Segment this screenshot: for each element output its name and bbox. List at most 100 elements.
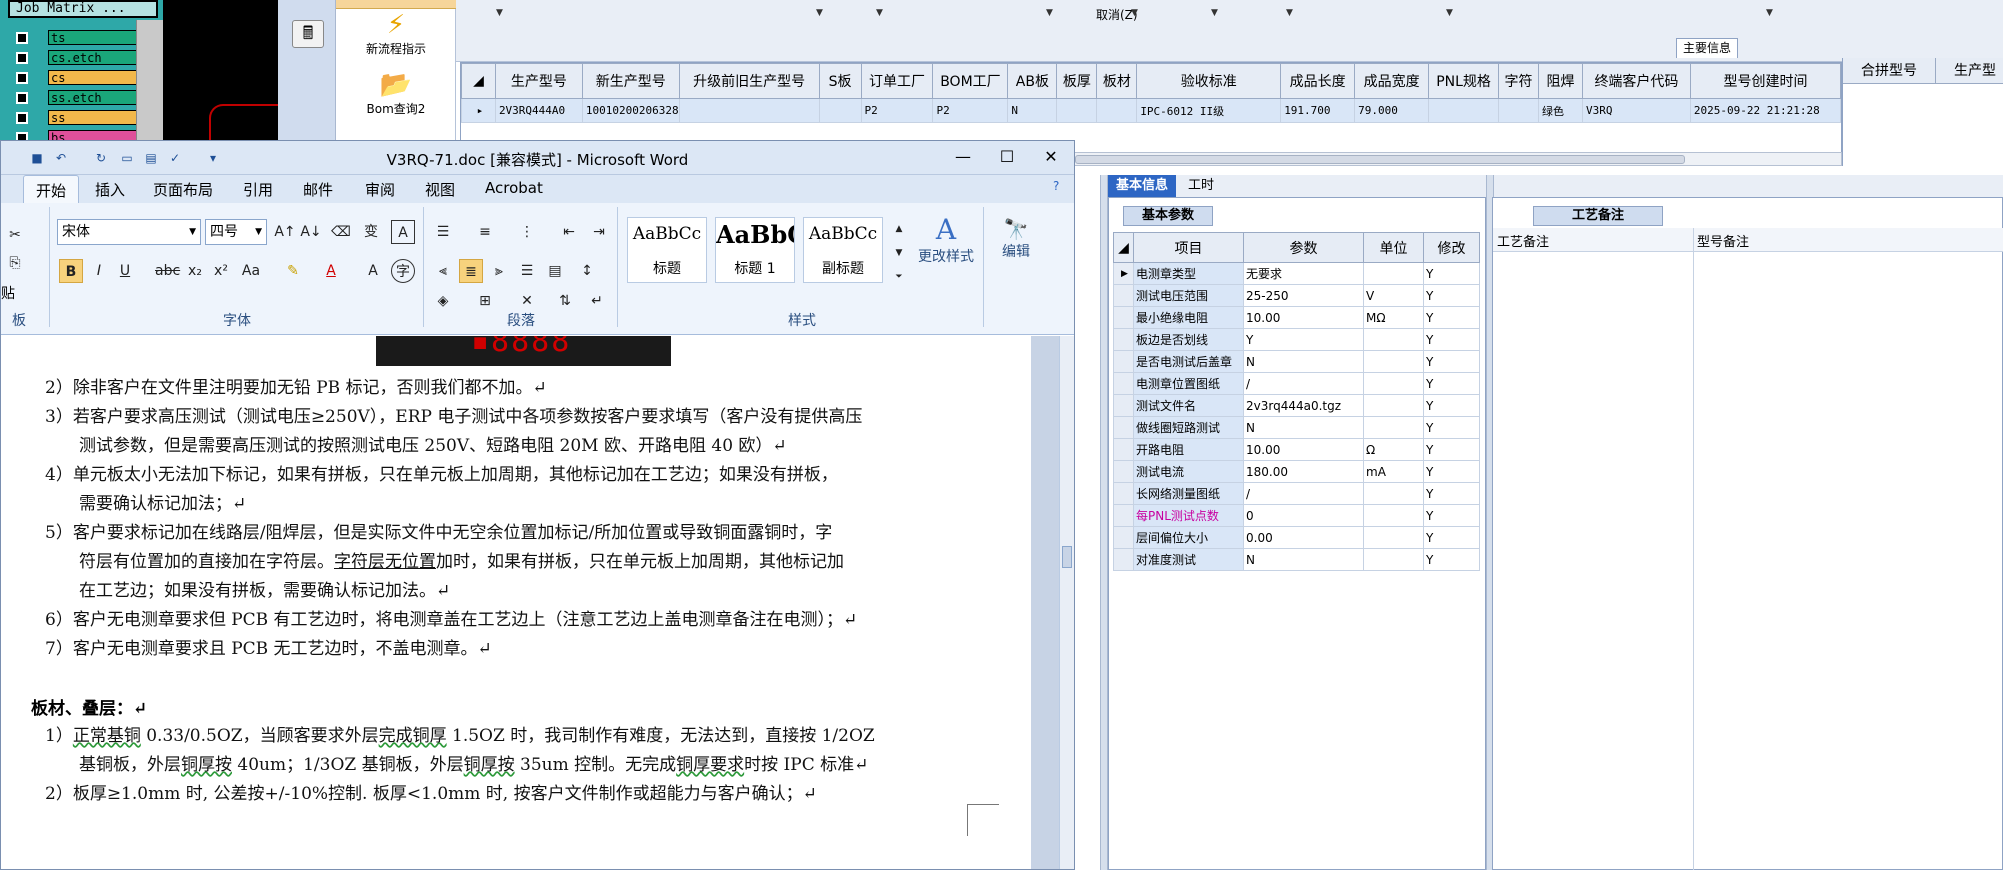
- param-value[interactable]: N: [1243, 548, 1364, 571]
- document-vertical-scrollbar[interactable]: [1059, 336, 1074, 869]
- doc-paragraph[interactable]: 2）板厚≥1.0mm 时, 公差按+/-10%控制. 板厚<1.0mm 时, 按…: [45, 780, 817, 809]
- chevron-down-icon[interactable]: ▼: [1766, 8, 1773, 18]
- param-item[interactable]: 测试电流: [1133, 460, 1244, 483]
- column-header[interactable]: 项目: [1133, 232, 1244, 263]
- column-header[interactable]: 生产型: [1936, 58, 2003, 83]
- increase-indent-icon[interactable]: ⇥: [587, 220, 611, 244]
- line-spacing-icon[interactable]: ↕: [575, 259, 599, 283]
- tab-references[interactable]: 引用: [243, 179, 273, 200]
- chevron-down-icon[interactable]: ▼: [1131, 8, 1138, 18]
- doc-paragraph[interactable]: 1）正常基铜 0.33/0.5OZ，当顾客要求外层完成铜厚 1.5OZ 时，我司…: [45, 722, 875, 751]
- column-header[interactable]: 生产型号: [494, 63, 583, 99]
- font-color-icon[interactable]: A: [319, 259, 343, 283]
- param-unit[interactable]: [1363, 350, 1424, 373]
- chevron-down-icon[interactable]: ▼: [876, 8, 883, 18]
- row-indicator[interactable]: [1113, 504, 1134, 527]
- column-header[interactable]: 验收标准: [1136, 63, 1282, 99]
- font-name-combo[interactable]: 宋体 ▼: [57, 219, 201, 245]
- table-row[interactable]: 对准度测试 N Y: [1113, 548, 1480, 571]
- strikethrough-button[interactable]: abc: [155, 259, 180, 283]
- doc-paragraph[interactable]: 2）除非客户在文件里注明要加无铅 PB 标记，否则我们都不加。↵: [45, 374, 547, 403]
- param-mod[interactable]: Y: [1423, 372, 1480, 395]
- doc-paragraph[interactable]: 3）若客户要求高压测试（测试电压≥250V），ERP 电子测试中各项参数按客户要…: [45, 403, 862, 432]
- help-icon[interactable]: ?: [1053, 179, 1059, 193]
- grid-cell[interactable]: IPC-6012 II级: [1136, 98, 1282, 123]
- style-heading-1[interactable]: AaBbC 标题 1: [715, 217, 795, 283]
- grid-cell[interactable]: 2V3RQ444A0: [494, 98, 583, 123]
- column-header[interactable]: 成品长度: [1280, 63, 1356, 99]
- table-row[interactable]: 每PNL测试点数 0 Y: [1113, 504, 1480, 527]
- param-unit[interactable]: V: [1363, 284, 1424, 307]
- column-header[interactable]: AB板: [1007, 63, 1058, 99]
- bold-button[interactable]: B: [59, 259, 83, 283]
- param-mod[interactable]: Y: [1423, 482, 1480, 505]
- param-value[interactable]: N: [1243, 350, 1364, 373]
- doc-paragraph[interactable]: 4）单元板太小无法加下标记，如果有拼板，只在单元板上加周期，其他标记加在工艺边；…: [45, 461, 838, 490]
- bullets-icon[interactable]: ☰: [431, 220, 455, 244]
- column-header[interactable]: 阻焊: [1538, 63, 1583, 99]
- param-unit[interactable]: [1363, 482, 1424, 505]
- basic-params-tab[interactable]: 基本参数: [1123, 206, 1213, 226]
- param-value[interactable]: /: [1243, 482, 1364, 505]
- doc-paragraph[interactable]: 需要确认标记加法；↵: [79, 490, 246, 519]
- param-mod[interactable]: Y: [1423, 394, 1480, 417]
- word-title-bar[interactable]: ■ ↶ ↻ ▭ ▤ ✓ ▾ V3RQ-71.doc [兼容模式] - Micro…: [1, 141, 1074, 175]
- graphic-view-panel[interactable]: [163, 0, 289, 164]
- param-item[interactable]: 层间偏位大小: [1133, 526, 1244, 549]
- param-value[interactable]: 10.00: [1243, 438, 1364, 461]
- param-item[interactable]: 对准度测试: [1133, 548, 1244, 571]
- table-row[interactable]: 测试电流 180.00 mA Y: [1113, 460, 1480, 483]
- document-page[interactable]: ▪8888 2）除非客户在文件里注明要加无铅 PB 标记，否则我们都不加。↵ 3…: [1, 336, 1031, 869]
- doc-paragraph[interactable]: 测试参数，但是需要高压测试的按照测试电压 250V、短路电阻 20M 欧、开路电…: [79, 432, 787, 461]
- param-mod[interactable]: Y: [1423, 460, 1480, 483]
- row-indicator[interactable]: [1113, 438, 1134, 461]
- row-indicator[interactable]: [1113, 460, 1134, 483]
- param-mod[interactable]: Y: [1423, 438, 1480, 461]
- justify-icon[interactable]: ☰: [515, 259, 539, 283]
- param-item[interactable]: 每PNL测试点数: [1133, 504, 1244, 527]
- row-indicator[interactable]: [1113, 306, 1134, 329]
- param-value[interactable]: 2v3rq444a0.tgz: [1243, 394, 1364, 417]
- grid-cell[interactable]: 绿色: [1538, 98, 1583, 123]
- column-header[interactable]: 终端客户代码: [1581, 63, 1691, 99]
- change-styles-button[interactable]: A 更改样式: [911, 213, 981, 266]
- doc-paragraph[interactable]: 6）客户无电测章要求但 PCB 有工艺边时，将电测章盖在工艺边上（注意工艺边上盖…: [45, 606, 857, 635]
- row-indicator[interactable]: [1113, 526, 1134, 549]
- numbering-icon[interactable]: ≡: [473, 220, 497, 244]
- styles-scroll-up-icon[interactable]: ▲: [887, 217, 911, 241]
- styles-more-icon[interactable]: ⏷: [887, 265, 911, 289]
- param-value[interactable]: 180.00: [1243, 460, 1364, 483]
- param-mod[interactable]: Y: [1423, 262, 1480, 285]
- param-unit[interactable]: [1363, 504, 1424, 527]
- grid-corner[interactable]: ◢: [461, 63, 496, 99]
- align-left-icon[interactable]: ⫷: [431, 259, 455, 283]
- param-value[interactable]: Y: [1243, 328, 1364, 351]
- layer-name[interactable]: cs.etch: [48, 50, 142, 65]
- chevron-down-icon[interactable]: ▼: [816, 8, 823, 18]
- bom-query-button[interactable]: 📂 Bom查询2: [336, 70, 456, 117]
- phonetic-icon[interactable]: 变: [359, 220, 383, 244]
- grid-cell[interactable]: 10010200206328: [581, 98, 680, 123]
- param-value[interactable]: 0.00: [1243, 526, 1364, 549]
- param-value[interactable]: N: [1243, 416, 1364, 439]
- column-header[interactable]: 单位: [1363, 232, 1424, 263]
- grid-cell[interactable]: [818, 98, 862, 123]
- param-mod[interactable]: Y: [1423, 350, 1480, 373]
- font-size-combo[interactable]: 四号 ▼: [205, 219, 267, 245]
- param-unit[interactable]: [1363, 262, 1424, 285]
- column-header[interactable]: 参数: [1243, 232, 1364, 263]
- scrollbar-thumb[interactable]: [1075, 155, 1685, 164]
- row-indicator[interactable]: [1113, 328, 1134, 351]
- layer-checkbox[interactable]: [16, 92, 28, 104]
- job-matrix-title[interactable]: Job Matrix ...: [8, 0, 158, 18]
- param-mod[interactable]: Y: [1423, 328, 1480, 351]
- param-item[interactable]: 电测章类型: [1133, 262, 1244, 285]
- doc-paragraph[interactable]: 符层有位置加的直接加在字符层。字符层无位置加时，如果有拼板，只在单元板上加周期，…: [79, 548, 844, 577]
- superscript-button[interactable]: x²: [209, 259, 233, 283]
- param-unit[interactable]: [1363, 328, 1424, 351]
- layer-checkbox[interactable]: [16, 32, 28, 44]
- layer-name[interactable]: cs: [48, 70, 142, 85]
- change-case-button[interactable]: Aa: [239, 259, 263, 283]
- paste-label[interactable]: 贴: [1, 283, 15, 303]
- tab-home[interactable]: 开始: [23, 175, 80, 203]
